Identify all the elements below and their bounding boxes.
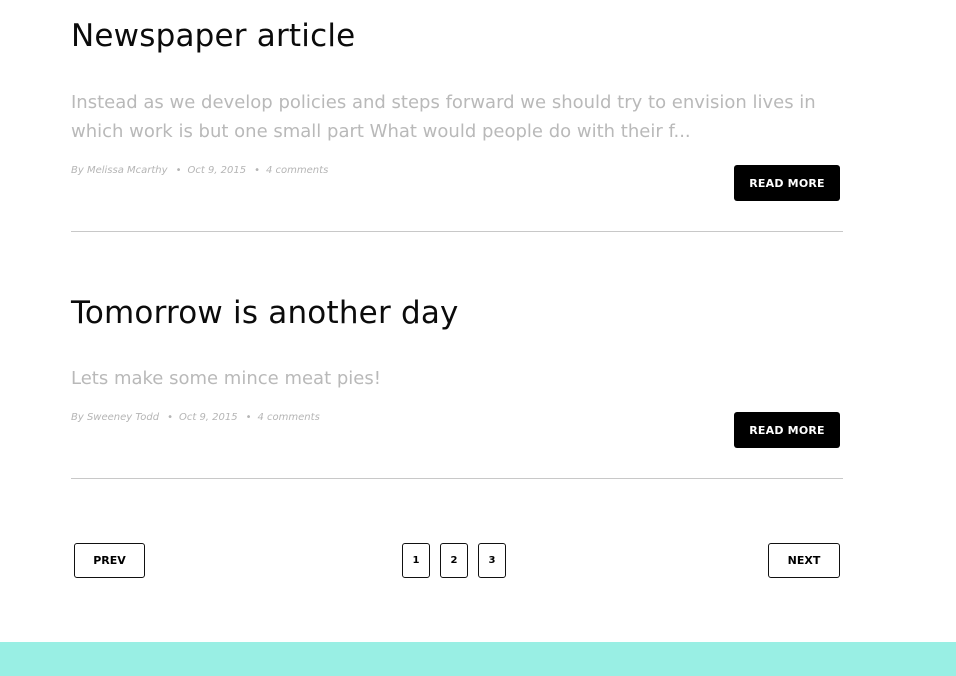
post-date: Oct 9, 2015 <box>178 412 238 423</box>
read-more-button[interactable]: READ MORE <box>734 165 840 201</box>
post-divider <box>71 231 843 232</box>
meta-separator: • <box>254 165 261 176</box>
read-more-button[interactable]: READ MORE <box>734 412 840 448</box>
meta-separator: • <box>167 412 173 423</box>
post-meta: By Sweeney Todd • Oct 9, 2015 • 4 comments <box>71 412 320 423</box>
meta-separator: • <box>175 165 182 176</box>
next-page-button[interactable]: NEXT <box>768 543 840 578</box>
page-number-3[interactable]: 3 <box>478 543 506 578</box>
meta-separator: • <box>245 412 252 423</box>
post-author[interactable]: By Sweeney Todd <box>71 412 159 423</box>
post-excerpt-wrap: Lets make some mince meat pies! <box>71 364 843 393</box>
post-title[interactable]: Tomorrow is another day <box>71 295 843 331</box>
post-card: Tomorrow is another day <box>71 295 843 331</box>
post-comments-link[interactable]: 4 comments <box>266 165 328 176</box>
post-comments-link[interactable]: 4 comments <box>258 412 320 423</box>
post-meta: By Melissa Mcarthy • Oct 9, 2015 • 4 comment… <box>71 165 328 176</box>
footer-band <box>0 642 956 676</box>
post-excerpt-wrap: Instead as we develop policies and steps… <box>71 88 843 146</box>
post-excerpt: Instead as we develop policies and steps… <box>71 92 816 142</box>
page-number-1[interactable]: 1 <box>402 543 430 578</box>
prev-page-button[interactable]: PREV <box>74 543 145 578</box>
post-date: Oct 9, 2015 <box>187 165 247 176</box>
post-title[interactable]: Newspaper article <box>71 18 843 54</box>
post-card: Newspaper article <box>71 18 843 54</box>
post-excerpt: Lets make some mince meat pies! <box>71 368 381 389</box>
post-divider <box>71 478 843 479</box>
post-author[interactable]: By Melissa Mcarthy <box>71 165 168 176</box>
page-number-2[interactable]: 2 <box>440 543 468 578</box>
